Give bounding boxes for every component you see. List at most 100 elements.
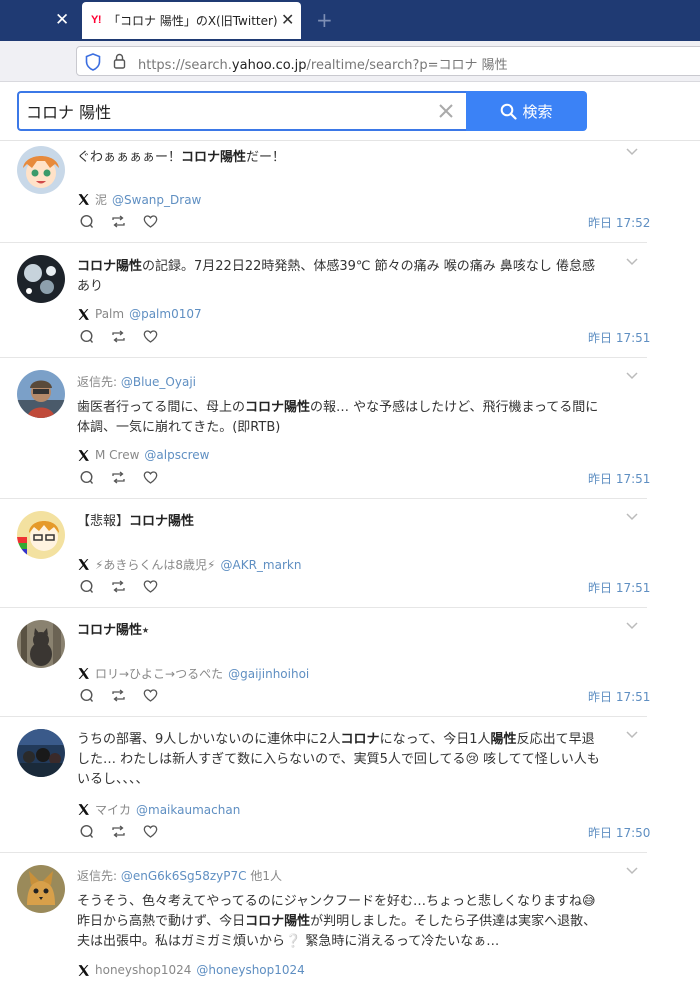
chevron-down-icon[interactable] (626, 148, 638, 156)
highlighted-keyword: コロナ陽性 (129, 514, 195, 529)
avatar-image (17, 620, 65, 668)
tweet-time[interactable]: 昨日 17:51 (588, 688, 650, 705)
reply-to: 返信先: @Blue_Oyaji (77, 373, 196, 390)
like-icon[interactable] (143, 579, 158, 594)
text-segment: だー！ (246, 150, 286, 165)
search-icon (501, 103, 518, 120)
highlighted-keyword: 陽性 (490, 732, 517, 747)
reply-to-extra[interactable]: 他1人 (247, 869, 282, 883)
avatar[interactable] (17, 865, 65, 913)
like-icon[interactable] (143, 470, 158, 485)
chevron-down-icon[interactable] (626, 867, 638, 875)
x-logo-icon (78, 964, 89, 976)
retweet-icon[interactable] (111, 824, 126, 839)
tweet-time[interactable]: 昨日 17:50 (588, 824, 650, 841)
tweet-author[interactable]: マイカ @maikaumachan (77, 801, 240, 818)
like-icon[interactable] (143, 329, 158, 344)
chevron-down-icon[interactable] (626, 731, 638, 739)
shield-icon[interactable] (85, 53, 101, 71)
tweet-actions (79, 688, 158, 703)
like-icon[interactable] (143, 688, 158, 703)
reply-to-handle[interactable]: @enG6k6Sg58zyP7C (121, 869, 247, 883)
like-icon[interactable] (143, 824, 158, 839)
chevron-down-icon[interactable] (626, 258, 638, 266)
new-tab-icon[interactable]: + (316, 8, 333, 32)
tweet-text: コロナ陽性⭑ (77, 621, 607, 641)
tweet-time[interactable]: 昨日 17:51 (588, 470, 650, 487)
retweet-icon[interactable] (111, 688, 126, 703)
text-segment: の記録。7月22日22時発熱、体感39℃ 節々の痛み 喉の痛み 鼻咳なし 倦怠感… (77, 259, 596, 294)
chevron-down-icon[interactable] (626, 513, 638, 521)
avatar-image (17, 370, 65, 418)
search-button[interactable]: 検索 (466, 91, 587, 131)
tweet-author[interactable]: Palm @palm0107 (77, 307, 202, 321)
chevron-down-icon[interactable] (626, 372, 638, 380)
author-handle[interactable]: @Swanp_Draw (112, 193, 201, 207)
reply-to-label: 返信先: (77, 869, 121, 883)
reply-icon[interactable] (79, 470, 94, 485)
tweet-actions (79, 824, 158, 839)
like-icon[interactable] (143, 214, 158, 229)
author-handle[interactable]: @AKR_markn (221, 558, 302, 572)
author-handle[interactable]: @maikaumachan (136, 803, 240, 817)
retweet-icon[interactable] (111, 470, 126, 485)
tweet-item: 返信先: @Blue_Oyaji 歯医者行ってる間に、母上のコロナ陽性の報… や… (0, 358, 650, 499)
tweet-author[interactable]: M Crew @alpscrew (77, 448, 209, 462)
retweet-icon[interactable] (111, 214, 126, 229)
reply-icon[interactable] (79, 329, 94, 344)
reply-icon[interactable] (79, 214, 94, 229)
tab-previous[interactable]: ✕ (0, 0, 82, 41)
close-tab-icon[interactable]: ✕ (281, 10, 294, 29)
author-handle[interactable]: @alpscrew (144, 448, 209, 462)
author-handle[interactable]: @honeyshop1024 (196, 963, 304, 977)
avatar[interactable] (17, 511, 65, 559)
search-area: 検索 (0, 83, 700, 141)
tweet-time[interactable]: 昨日 17:51 (588, 579, 650, 596)
text-segment: 【悲報】 (77, 514, 130, 529)
avatar[interactable] (17, 255, 65, 303)
reply-icon[interactable] (79, 688, 94, 703)
tweet-author[interactable]: 泥 @Swanp_Draw (77, 191, 201, 208)
tweet-time[interactable]: 昨日 17:52 (588, 214, 650, 231)
tweet-text: コロナ陽性の記録。7月22日22時発熱、体感39℃ 節々の痛み 喉の痛み 鼻咳な… (77, 257, 607, 297)
reply-to: 返信先: @enG6k6Sg58zyP7C 他1人 (77, 867, 282, 884)
author-name: 泥 (95, 193, 108, 207)
avatar[interactable] (17, 620, 65, 668)
avatar[interactable] (17, 729, 65, 777)
retweet-icon[interactable] (111, 579, 126, 594)
highlighted-keyword: コロナ陽性 (77, 623, 143, 638)
tweet-actions (79, 214, 158, 229)
tweet-author[interactable]: honeyshop1024 @honeyshop1024 (77, 963, 305, 977)
tweet-author[interactable]: ロリ→ひよこ→つるぺた @gaijinhoihoi (77, 665, 309, 682)
chevron-down-icon[interactable] (626, 622, 638, 630)
search-input[interactable] (17, 91, 467, 131)
search-button-label: 検索 (522, 102, 553, 121)
x-logo-icon (78, 194, 89, 205)
close-tab-icon[interactable]: ✕ (55, 10, 69, 30)
lock-icon[interactable] (113, 53, 126, 69)
avatar[interactable] (17, 370, 65, 418)
tweet-time[interactable]: 昨日 17:51 (588, 329, 650, 346)
yahoo-favicon-icon: Y! (91, 14, 102, 26)
address-bar[interactable]: https://search.yahoo.co.jp/realtime/sear… (76, 46, 700, 76)
reply-icon[interactable] (79, 579, 94, 594)
author-handle[interactable]: @palm0107 (129, 307, 202, 321)
x-logo-icon (78, 804, 89, 815)
avatar[interactable] (17, 146, 65, 194)
tweet-item: うちの部署、9人しかいないのに連休中に2人コロナになって、今日1人陽性反応出て早… (0, 717, 650, 853)
highlighted-keyword: コロナ陽性 (77, 259, 143, 274)
author-handle[interactable]: @gaijinhoihoi (228, 667, 309, 681)
retweet-icon[interactable] (111, 329, 126, 344)
highlighted-keyword: コロナ陽性 (181, 150, 247, 165)
reply-icon[interactable] (79, 824, 94, 839)
tweet-item: ぐわぁぁぁぁー！コロナ陽性だー！ 泥 @Swanp_Draw 昨日 17:52 (0, 142, 650, 243)
author-name: ⚡あきらくんは8歳児⚡ (95, 558, 216, 572)
tweet-author[interactable]: ⚡あきらくんは8歳児⚡ @AKR_markn (77, 556, 301, 573)
tweet-actions (79, 579, 158, 594)
x-logo-icon (78, 449, 89, 461)
url-text[interactable]: https://search.yahoo.co.jp/realtime/sear… (138, 54, 508, 73)
tab-active[interactable]: Y! 「コロナ 陽性」のX(旧Twitter)検索 ✕ (82, 2, 301, 39)
navigation-bar: https://search.yahoo.co.jp/realtime/sear… (0, 41, 700, 82)
clear-search-icon[interactable] (437, 102, 455, 120)
reply-to-handle[interactable]: @Blue_Oyaji (121, 375, 196, 389)
